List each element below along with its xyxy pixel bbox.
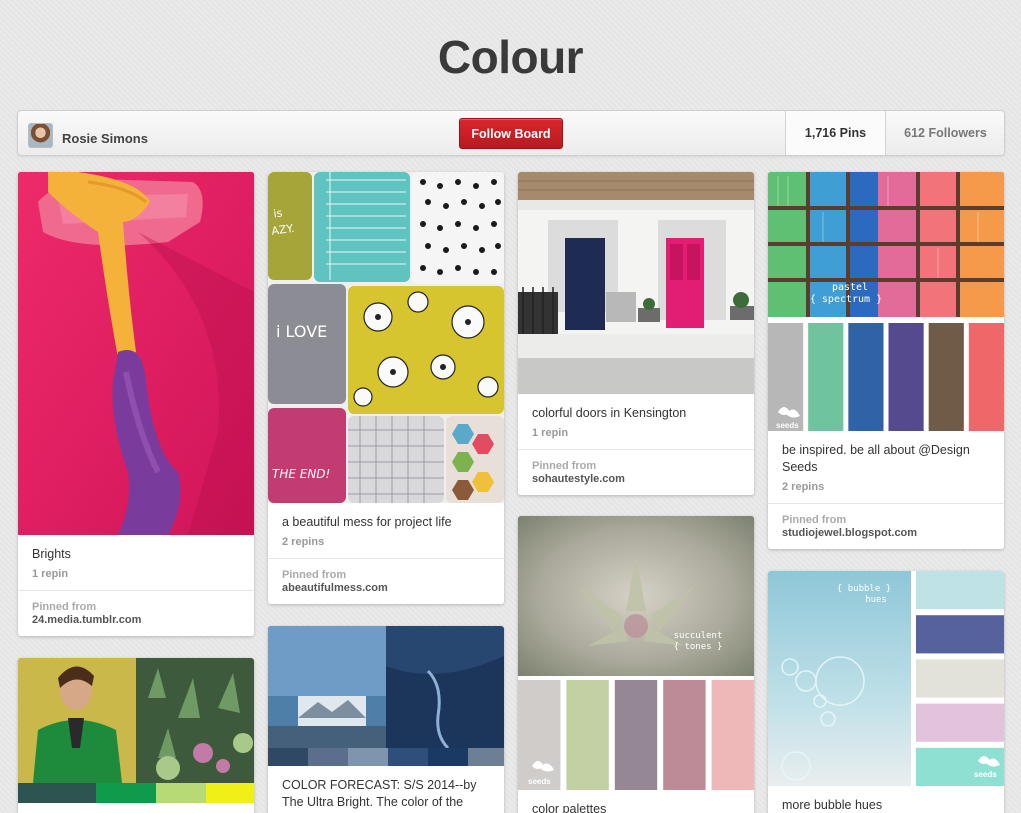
the-end-text: THE END! [272,467,330,481]
palette-swatch [928,323,964,431]
pin-description[interactable]: colorful doors in Kensington [518,394,754,422]
pin-image[interactable] [18,172,254,535]
pin-source[interactable]: Pinned from sohautestyle.com [518,449,754,495]
palette-swatch [848,323,884,431]
pin-card[interactable]: pastel { spectrum } seeds be inspired. b… [768,172,1004,549]
pastel-spectrum-photo: pastel { spectrum } seeds [768,172,1004,431]
pin-repins[interactable]: 1 repin [518,422,754,449]
succulent-palette-photo: succulent { tones } seeds [518,516,754,790]
seeds-logo-text: seeds [974,770,997,779]
palette-swatch [968,323,1004,431]
succulent-label: succulent [674,631,723,641]
palette-swatch [916,659,1004,698]
color-forecast-photo [268,626,504,766]
pin-image[interactable]: pastel { spectrum } seeds [768,172,1004,431]
pinned-from-label: Pinned from [782,514,847,526]
pin-description[interactable]: COLOR FORECAST: S/S 2014--by The Ultra B… [268,766,504,811]
pin-image[interactable] [518,172,754,394]
pin-repins[interactable]: 2 repins [768,476,1004,503]
follow-board-button[interactable]: Follow Board [459,118,563,149]
palette-swatch [808,323,844,431]
palette-swatch [916,747,1004,786]
project-life-photo: is AZY. i LOVE THE END! [268,172,504,503]
avatar[interactable] [28,123,53,148]
palette-swatch [916,703,1004,742]
hues-label: hues [865,595,887,605]
source-domain[interactable]: studiojewel.blogspot.com [782,527,990,539]
pinned-from-label: Pinned from [532,460,597,472]
pin-source[interactable]: Pinned from abeautifulmess.com [268,558,504,604]
pin-image[interactable] [18,658,254,813]
pin-source[interactable]: Pinned from studiojewel.blogspot.com [768,503,1004,549]
kensington-doors-photo [518,172,754,394]
pin-source[interactable]: Pinned from 24.media.tumblr.com [18,590,254,636]
pin-image[interactable]: { bubble } hues seeds [768,571,1004,786]
pin-card[interactable]: is AZY. i LOVE THE END! a beautiful mess… [268,172,504,604]
pin-card[interactable]: { bubble } hues seeds more bubble hues [768,571,1004,813]
palette-swatch [518,680,561,790]
pin-image[interactable]: succulent { tones } seeds [518,516,754,790]
board-info-bar: Rosie Simons Follow Board 1,716 Pins 612… [17,110,1005,156]
brights-photo [18,172,254,535]
pin-image[interactable] [268,626,504,766]
board-title: Colour [437,31,584,83]
pin-card[interactable] [18,658,254,813]
succulent-swatches [518,680,754,790]
pin-description[interactable]: color palettes [518,790,754,813]
palette-swatch [614,680,658,790]
spectrum-label: { spectrum } [810,294,882,305]
pin-card[interactable]: COLOR FORECAST: S/S 2014--by The Ultra B… [268,626,504,813]
bubble-swatches [916,571,1004,786]
bubble-label: { bubble } [837,584,891,594]
source-domain[interactable]: 24.media.tumblr.com [32,614,240,626]
palette-swatch [663,680,706,790]
bubble-hues-photo: { bubble } hues seeds [768,571,1004,786]
pin-card[interactable]: colorful doors in Kensington 1 repin Pin… [518,172,754,495]
pinned-from-label: Pinned from [32,601,97,613]
seeds-logo-text: seeds [528,777,551,786]
palette-swatch [888,323,924,431]
board-owner[interactable]: Rosie Simons [28,123,148,148]
pin-description[interactable]: more bubble hues [768,786,1004,813]
seeds-logo-text: seeds [776,421,799,430]
green-collage-photo [18,658,254,803]
pin-repins[interactable]: 2 repins [268,531,504,558]
source-domain[interactable]: sohautestyle.com [532,473,740,485]
pin-card[interactable]: Brights 1 repin Pinned from 24.media.tum… [18,172,254,636]
i-love-text: i LOVE [276,322,327,341]
palette-swatch [711,680,754,790]
pinned-from-label: Pinned from [282,569,347,581]
pin-image[interactable]: is AZY. i LOVE THE END! [268,172,504,503]
followers-count-tab[interactable]: 612 Followers [885,111,1005,155]
source-domain[interactable]: abeautifulmess.com [282,582,490,594]
pin-description[interactable]: Brights [18,535,254,563]
palette-swatch [916,615,1004,654]
pin-description[interactable]: a beautiful mess for project life [268,503,504,531]
tones-label: { tones } [674,642,723,652]
palette-swatch [566,680,609,790]
pin-card[interactable]: succulent { tones } seeds color palettes [518,516,754,813]
pin-repins[interactable]: 1 repin [18,563,254,590]
pins-count-tab[interactable]: 1,716 Pins [785,111,885,155]
palette-swatch [916,571,1004,610]
owner-name[interactable]: Rosie Simons [62,131,148,146]
pastel-label: pastel [832,282,868,293]
pin-description[interactable]: be inspired. be all about @Design Seeds [768,431,1004,476]
